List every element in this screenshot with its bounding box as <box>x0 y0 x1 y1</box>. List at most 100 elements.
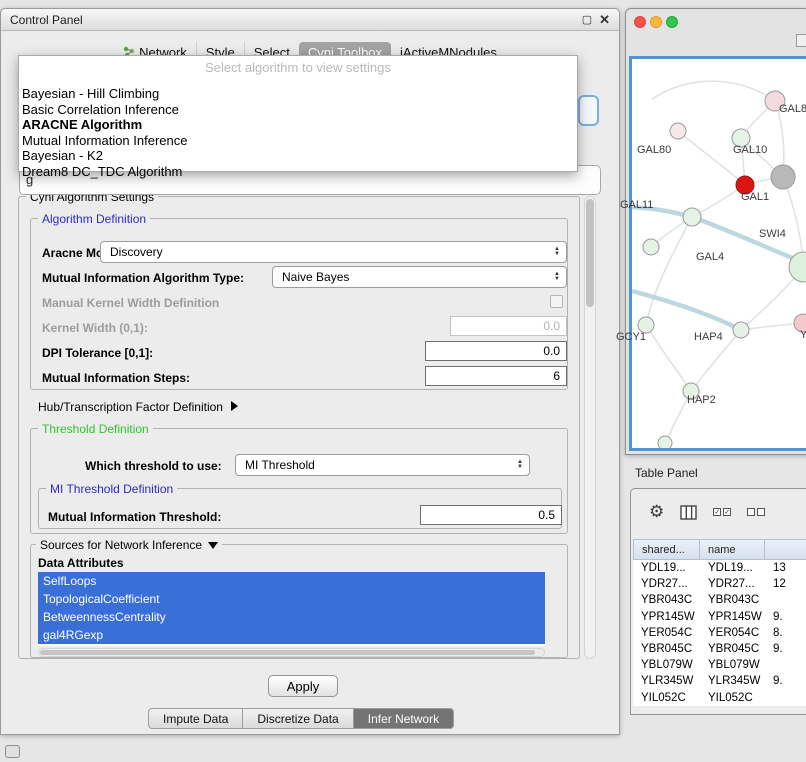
algorithm-option[interactable]: Mutual Information Inference <box>19 133 577 149</box>
attribute-item-selected[interactable]: BetweennessCentrality <box>38 608 545 626</box>
algorithm-dropdown-popup: Select algorithm to view settings Bayesi… <box>18 55 578 172</box>
network-node[interactable] <box>643 239 659 255</box>
attribute-item-selected[interactable]: SelfLoops <box>38 572 545 590</box>
focused-control-fragment[interactable] <box>578 95 599 126</box>
control-panel-titlebar[interactable]: Control Panel ▢ ✕ <box>1 9 619 31</box>
manual-kernel-checkbox[interactable] <box>550 295 563 308</box>
aracne-mode-combo[interactable]: Discovery ▲▼ <box>100 241 567 263</box>
hub-expander[interactable]: Hub/Transcription Factor Definition <box>38 400 238 414</box>
attributes-hscrollbar[interactable] <box>38 648 545 657</box>
mi-steps-label: Mutual Information Steps: <box>42 371 190 385</box>
settings-scrollbar-thumb[interactable] <box>586 199 594 307</box>
collapsed-panel-icon[interactable] <box>5 745 20 758</box>
tab-impute-data[interactable]: Impute Data <box>148 708 243 729</box>
float-window-icon[interactable]: ▢ <box>582 13 592 26</box>
algorithm-option[interactable]: Bayesian - Hill Climbing <box>19 86 577 102</box>
algorithm-option[interactable]: Dream8 DC_TDC Algorithm <box>19 164 577 180</box>
node-label: Y <box>800 329 806 341</box>
node-label: GAL10 <box>733 144 767 156</box>
table-toolbar: ⚙ ✓✓ <box>631 499 765 525</box>
desktop: Control Panel ▢ ✕ Network Style Select C… <box>0 0 806 762</box>
columns-icon[interactable] <box>680 505 697 520</box>
table-cell: YER054C <box>633 625 700 641</box>
network-node[interactable] <box>658 436 672 448</box>
node-label: GAL4 <box>696 251 724 263</box>
table-row[interactable]: YPR145WYPR145W9. <box>633 609 806 625</box>
bottom-tab-bar: Impute Data Discretize Data Infer Networ… <box>148 708 454 729</box>
attribute-item-selected[interactable]: TopologicalCoefficient <box>38 590 545 608</box>
table-cell: YDL19... <box>633 560 700 576</box>
which-threshold-combo[interactable]: MI Threshold ▲▼ <box>235 454 530 476</box>
combo-arrows-icon: ▲▼ <box>548 247 566 257</box>
network-tool-button[interactable] <box>796 34 806 47</box>
table-row[interactable]: YER054CYER054C8. <box>633 625 806 641</box>
table-cell: 9. <box>765 609 806 625</box>
tab-discretize-data[interactable]: Discretize Data <box>243 708 353 729</box>
algorithm-placeholder: Select algorithm to view settings <box>19 56 577 86</box>
table-panel-window: ⚙ ✓✓ shared... name YDL19...YDL19...13 Y… <box>630 488 806 715</box>
network-node[interactable] <box>670 123 686 139</box>
table-cell <box>765 690 806 706</box>
table-row[interactable]: YDL19...YDL19...13 <box>633 560 806 576</box>
mi-steps-value: 6 <box>553 369 560 383</box>
mi-type-label: Mutual Information Algorithm Type: <box>42 271 244 285</box>
network-node[interactable] <box>683 208 701 226</box>
settings-scrollbar[interactable] <box>584 196 596 659</box>
deselect-all-checks-icon[interactable] <box>747 508 765 516</box>
manual-kernel-label: Manual Kernel Width Definition <box>42 296 219 310</box>
node-table: shared... name YDL19...YDL19...13 YDR27.… <box>633 539 806 706</box>
close-button[interactable] <box>634 16 646 28</box>
table-row[interactable]: YDR27...YDR27...12 <box>633 576 806 592</box>
algorithm-option[interactable]: Basic Correlation Inference <box>19 102 577 118</box>
algorithm-definition-title: Algorithm Definition <box>38 212 150 226</box>
tab-infer-network[interactable]: Infer Network <box>354 708 454 729</box>
table-cell: YBR045C <box>633 641 700 657</box>
algorithm-option[interactable]: Bayesian - K2 <box>19 148 577 164</box>
mi-threshold-field[interactable]: 0.5 <box>420 505 562 525</box>
threshold-definition-title: Threshold Definition <box>38 422 153 436</box>
column-header[interactable]: name <box>700 539 765 560</box>
column-header[interactable] <box>765 539 806 560</box>
kernel-width-label: Kernel Width (0,1): <box>42 321 148 335</box>
gear-icon[interactable]: ⚙ <box>649 504 664 520</box>
table-cell: YDL19... <box>700 560 765 576</box>
table-row[interactable]: YBL079WYBL079W <box>633 657 806 673</box>
aracne-mode-value: Discovery <box>110 245 163 259</box>
data-attributes-list: SelfLoops TopologicalCoefficient Between… <box>38 572 545 646</box>
attribute-item-selected[interactable]: gal4RGexp <box>38 626 545 644</box>
minimize-button[interactable] <box>650 16 662 28</box>
sources-expander[interactable]: Sources for Network Inference <box>36 538 222 552</box>
table-cell <box>765 657 806 673</box>
table-row[interactable]: YBR043CYBR043C <box>633 592 806 608</box>
table-cell: YBR045C <box>700 641 765 657</box>
table-cell: YDR27... <box>700 576 765 592</box>
mi-type-combo[interactable]: Naive Bayes ▲▼ <box>272 266 567 288</box>
table-cell: 13 <box>765 560 806 576</box>
mi-steps-field[interactable]: 6 <box>425 366 567 386</box>
select-all-checks-icon[interactable]: ✓✓ <box>713 508 731 516</box>
table-row[interactable]: YBR045CYBR045C9. <box>633 641 806 657</box>
mi-threshold-label: Mutual Information Threshold: <box>48 510 221 524</box>
network-node[interactable] <box>771 165 795 189</box>
table-header: shared... name <box>633 539 806 560</box>
algorithm-option-selected[interactable]: ARACNE Algorithm <box>19 117 577 133</box>
table-cell: YIL052C <box>633 690 700 706</box>
table-cell: YDR27... <box>633 576 700 592</box>
kernel-width-value: 0.0 <box>543 319 560 333</box>
table-row[interactable]: YLR345WYLR345W9. <box>633 673 806 689</box>
attributes-hscrollbar-thumb[interactable] <box>40 650 535 655</box>
node-label: GCY1 <box>616 331 646 343</box>
table-cell: YBR043C <box>633 592 700 608</box>
kernel-width-field[interactable]: 0.0 <box>450 316 567 336</box>
node-label: GAL80 <box>637 144 671 156</box>
zoom-button[interactable] <box>666 16 678 28</box>
network-node[interactable] <box>733 322 749 338</box>
column-header[interactable]: shared... <box>633 539 700 560</box>
table-row[interactable]: YIL052CYIL052C <box>633 690 806 706</box>
close-icon[interactable]: ✕ <box>599 12 610 28</box>
node-label: HAP2 <box>687 394 716 406</box>
mi-type-value: Naive Bayes <box>282 270 349 284</box>
dpi-tolerance-field[interactable]: 0.0 <box>425 341 567 361</box>
table-cell: YBL079W <box>700 657 765 673</box>
apply-button[interactable]: Apply <box>268 675 338 697</box>
